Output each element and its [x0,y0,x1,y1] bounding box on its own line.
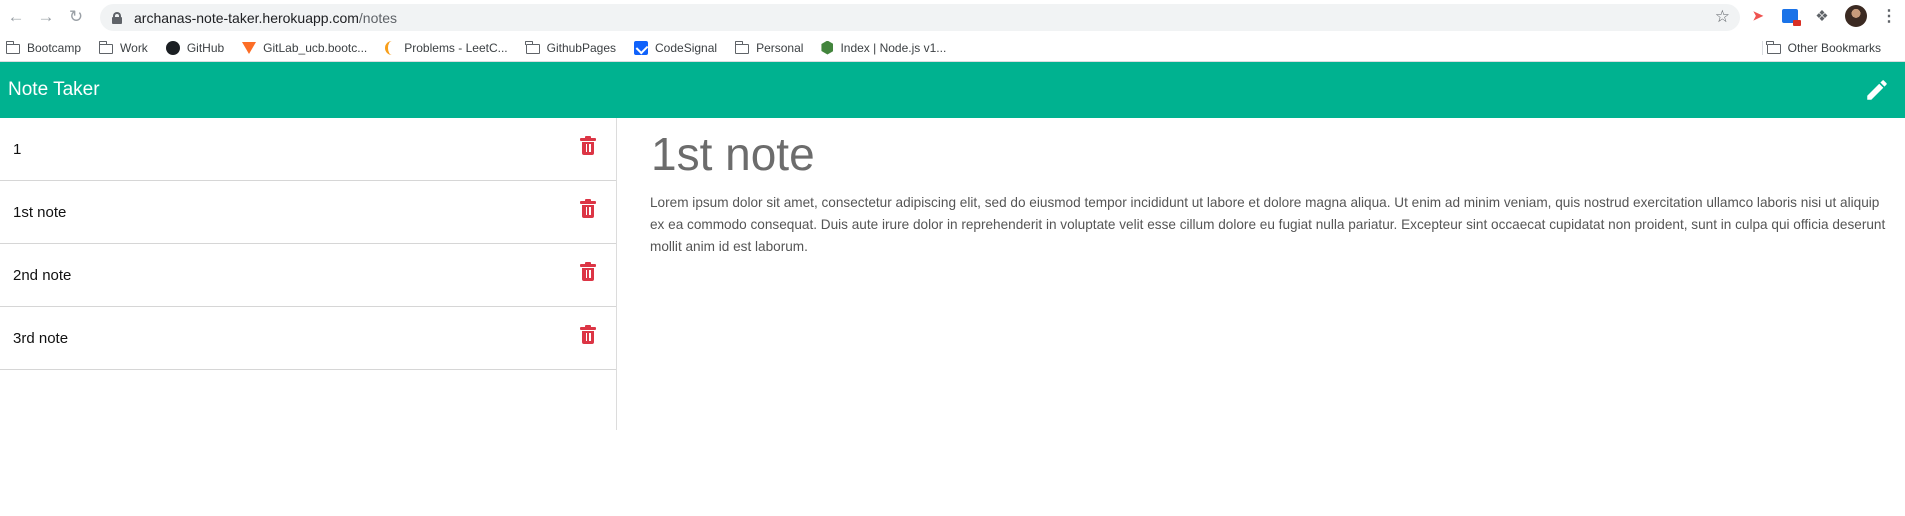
note-list-title: 3rd note [13,329,69,347]
url-host: archanas-note-taker.herokuapp.com [134,9,359,26]
browser-toolbar: ← → ↻ archanas-note-taker.herokuapp.com /… [0,0,1905,34]
folder-icon [1766,41,1781,54]
delete-trash-icon[interactable] [580,198,596,218]
note-list-title: 2nd note [13,266,72,284]
note-list-title: 1 [13,140,22,158]
leetcode-icon [385,40,397,55]
extension-red-icon[interactable]: ➤ [1749,7,1767,25]
forward-icon[interactable]: → [34,5,58,29]
address-bar[interactable]: archanas-note-taker.herokuapp.com/notes … [100,4,1740,31]
extensions-area: ➤ ❖ ⋮ [1749,5,1905,27]
github-icon [165,40,180,55]
nodejs-icon [821,40,834,55]
bookmark-githubpages[interactable]: GithubPages [525,40,616,55]
folder-icon [5,40,20,54]
note-title[interactable]: 1st note [649,130,1895,179]
delete-trash-icon[interactable] [580,324,596,344]
extensions-puzzle-icon[interactable]: ❖ [1813,7,1831,25]
bookmark-leetcode[interactable]: Problems - LeetC... [385,40,508,55]
url-path: /notes [358,9,398,26]
extension-screen-icon[interactable] [1781,7,1801,26]
bookmarks-bar: Bootcamp Work GitHub GitLab_ucb.bootc...… [0,34,1905,62]
bookmark-nodejs[interactable]: Index | Node.js v1... [821,40,946,55]
app-content: 1 1st note 2nd note 3rd note 1st note Lo… [0,118,1905,430]
note-list-title: 1st note [13,203,67,221]
folder-icon [734,40,750,54]
reload-icon[interactable]: ↻ [64,5,88,29]
other-bookmarks[interactable]: Other Bookmarks [1766,34,1881,62]
new-note-pencil-icon[interactable] [1863,76,1891,104]
delete-trash-icon[interactable] [580,135,596,155]
bookmark-work[interactable]: Work [98,40,148,55]
list-item[interactable]: 2nd note [0,244,616,307]
note-textarea[interactable]: Lorem ipsum dolor sit amet, consectetur … [649,192,1895,258]
bookmarks-divider [1762,41,1763,55]
folder-icon [98,40,114,54]
bookmark-star-icon[interactable]: ☆ [1715,7,1730,27]
browser-menu-icon[interactable]: ⋮ [1881,6,1897,26]
back-icon[interactable]: ← [4,5,28,29]
profile-avatar[interactable] [1845,5,1867,27]
list-item[interactable]: 1st note [0,181,616,244]
gitlab-icon [242,41,257,54]
codesignal-icon [634,40,649,55]
bookmark-bootcamp[interactable]: Bootcamp [5,40,81,55]
app-navbar: Note Taker [0,62,1905,118]
app-brand[interactable]: Note Taker [8,79,100,101]
delete-trash-icon[interactable] [580,261,596,281]
folder-icon [525,40,540,54]
list-item[interactable]: 1 [0,118,616,181]
bookmark-codesignal[interactable]: CodeSignal [634,40,717,55]
note-list: 1 1st note 2nd note 3rd note [0,118,617,430]
bookmark-personal[interactable]: Personal [734,40,803,55]
bookmark-gitlab[interactable]: GitLab_ucb.bootc... [242,41,367,55]
bookmark-github[interactable]: GitHub [165,40,224,55]
note-viewer: 1st note Lorem ipsum dolor sit amet, con… [617,118,1905,430]
nav-buttons: ← → ↻ [0,5,92,29]
lock-icon[interactable] [112,11,122,24]
list-item[interactable]: 3rd note [0,307,616,370]
